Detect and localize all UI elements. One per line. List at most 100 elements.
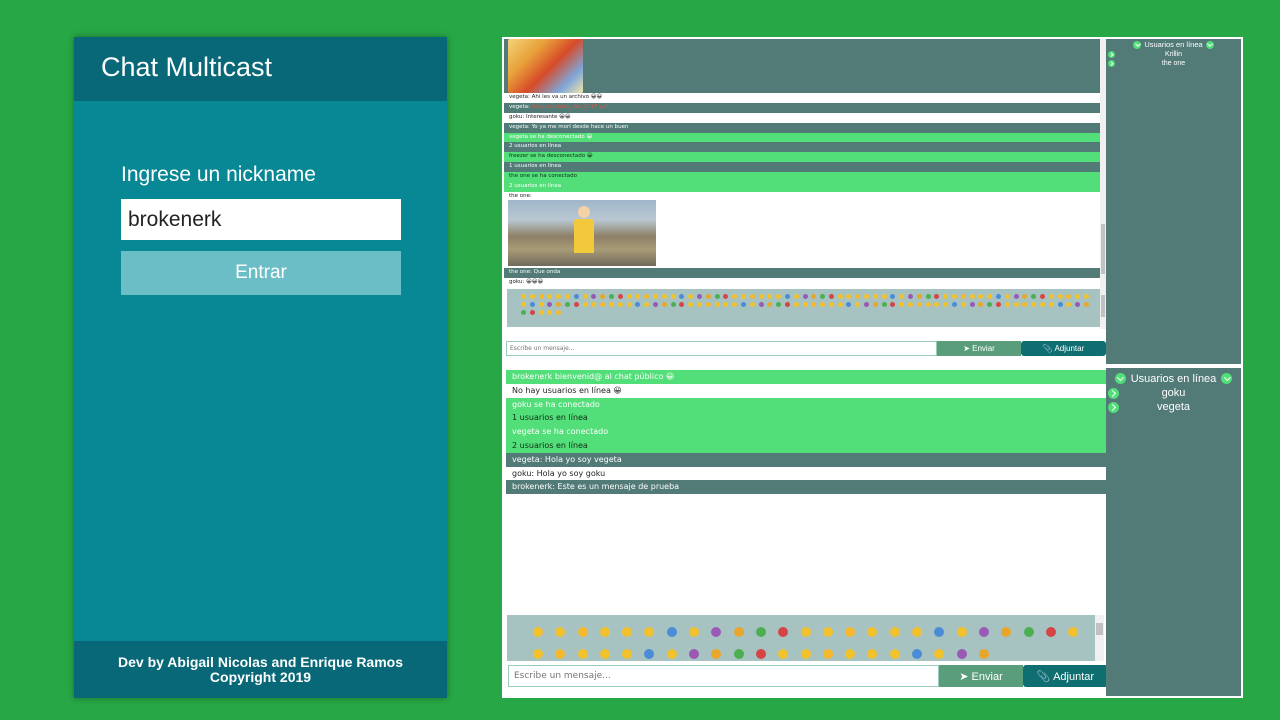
emoji-icon[interactable] <box>881 302 887 307</box>
emoji-icon[interactable] <box>521 310 526 315</box>
emoji-icon[interactable] <box>538 294 544 299</box>
emoji-icon[interactable] <box>855 302 861 307</box>
emoji-icon[interactable] <box>934 649 945 659</box>
emoji-icon[interactable] <box>696 294 702 299</box>
emoji-icon[interactable] <box>890 294 896 299</box>
emoji-icon[interactable] <box>1004 302 1010 307</box>
emoji-icon[interactable] <box>732 294 738 299</box>
emoji-icon[interactable] <box>556 294 562 299</box>
emoji-icon[interactable] <box>564 294 570 299</box>
emoji-icon[interactable] <box>855 294 861 299</box>
emoji-icon[interactable] <box>652 302 658 307</box>
emoji-icon[interactable] <box>755 649 766 659</box>
emoji-icon[interactable] <box>889 649 900 659</box>
emoji-icon[interactable] <box>666 627 677 637</box>
emoji-icon[interactable] <box>644 627 655 637</box>
online-user[interactable]: the one <box>1106 59 1241 68</box>
emoji-icon[interactable] <box>679 294 685 299</box>
attach-button[interactable]: 📎 Adjuntar <box>1021 341 1106 356</box>
emoji-icon[interactable] <box>802 302 808 307</box>
emoji-icon[interactable] <box>908 302 914 307</box>
emoji-icon[interactable] <box>733 649 744 659</box>
emoji-icon[interactable] <box>577 627 588 637</box>
emoji-icon[interactable] <box>626 294 632 299</box>
emoji-icon[interactable] <box>529 294 535 299</box>
emoji-icon[interactable] <box>670 302 676 307</box>
emoji-icon[interactable] <box>521 302 526 307</box>
shared-image[interactable] <box>508 39 583 93</box>
emoji-icon[interactable] <box>987 294 993 299</box>
enter-button[interactable]: Entrar <box>121 251 401 295</box>
emoji-icon[interactable] <box>916 294 922 299</box>
emoji-icon[interactable] <box>1045 627 1056 637</box>
emoji-icon[interactable] <box>934 627 945 637</box>
emoji-icon[interactable] <box>599 627 610 637</box>
emoji-icon[interactable] <box>1068 627 1079 637</box>
emoji-icon[interactable] <box>1048 302 1054 307</box>
emoji-icon[interactable] <box>538 302 544 307</box>
message-input[interactable] <box>506 341 937 356</box>
emoji-icon[interactable] <box>626 302 632 307</box>
emoji-icon[interactable] <box>652 294 658 299</box>
emoji-icon[interactable] <box>547 302 553 307</box>
emoji-icon[interactable] <box>617 302 623 307</box>
emoji-icon[interactable] <box>521 294 526 299</box>
emoji-icon[interactable] <box>564 302 570 307</box>
emoji-icon[interactable] <box>617 294 623 299</box>
emoji-icon[interactable] <box>864 294 870 299</box>
emoji-icon[interactable] <box>822 627 833 637</box>
emoji-icon[interactable] <box>828 302 834 307</box>
emoji-icon[interactable] <box>600 302 606 307</box>
emoji-icon[interactable] <box>723 302 729 307</box>
emoji-icon[interactable] <box>811 302 817 307</box>
emoji-icon[interactable] <box>688 302 694 307</box>
emoji-icon[interactable] <box>573 302 579 307</box>
emoji-icon[interactable] <box>644 294 650 299</box>
emoji-icon[interactable] <box>689 649 700 659</box>
emoji-icon[interactable] <box>820 294 826 299</box>
emoji-icon[interactable] <box>1075 294 1081 299</box>
emoji-icon[interactable] <box>711 649 722 659</box>
emoji-icon[interactable] <box>934 302 940 307</box>
emoji-icon[interactable] <box>670 294 676 299</box>
emoji-icon[interactable] <box>1031 302 1037 307</box>
emoji-icon[interactable] <box>1022 302 1028 307</box>
emoji-icon[interactable] <box>555 649 566 659</box>
online-user[interactable]: goku <box>1106 386 1241 400</box>
emoji-icon[interactable] <box>1013 294 1019 299</box>
emoji-icon[interactable] <box>867 649 878 659</box>
emoji-icon[interactable] <box>943 294 949 299</box>
emoji-icon[interactable] <box>533 649 543 659</box>
emoji-icon[interactable] <box>529 302 535 307</box>
emoji-icon[interactable] <box>956 649 967 659</box>
emoji-icon[interactable] <box>820 302 826 307</box>
emoji-icon[interactable] <box>591 302 597 307</box>
emoji-icon[interactable] <box>1031 294 1037 299</box>
emoji-icon[interactable] <box>758 302 764 307</box>
emoji-icon[interactable] <box>845 649 856 659</box>
emoji-icon[interactable] <box>800 649 811 659</box>
emoji-icon[interactable] <box>599 649 610 659</box>
attach-button[interactable]: 📎 Adjuntar <box>1023 665 1108 687</box>
emoji-icon[interactable] <box>1022 294 1028 299</box>
send-button[interactable]: ➤ Enviar <box>937 341 1021 356</box>
emoji-icon[interactable] <box>1001 627 1012 637</box>
emoji-icon[interactable] <box>776 302 782 307</box>
emoji-icon[interactable] <box>881 294 887 299</box>
emoji-icon[interactable] <box>1084 302 1089 307</box>
emoji-icon[interactable] <box>784 294 790 299</box>
emoji-icon[interactable] <box>1084 294 1089 299</box>
emoji-icon[interactable] <box>828 294 834 299</box>
nickname-input[interactable] <box>121 199 401 240</box>
emoji-icon[interactable] <box>1066 302 1072 307</box>
emoji-icon[interactable] <box>732 302 738 307</box>
emoji-icon[interactable] <box>1075 302 1081 307</box>
emoji-icon[interactable] <box>925 302 931 307</box>
emoji-icon[interactable] <box>1013 302 1019 307</box>
emoji-icon[interactable] <box>778 649 789 659</box>
emoji-icon[interactable] <box>705 294 711 299</box>
emoji-icon[interactable] <box>749 302 755 307</box>
emoji-icon[interactable] <box>889 627 900 637</box>
message-input[interactable] <box>508 665 939 687</box>
emoji-icon[interactable] <box>960 302 966 307</box>
